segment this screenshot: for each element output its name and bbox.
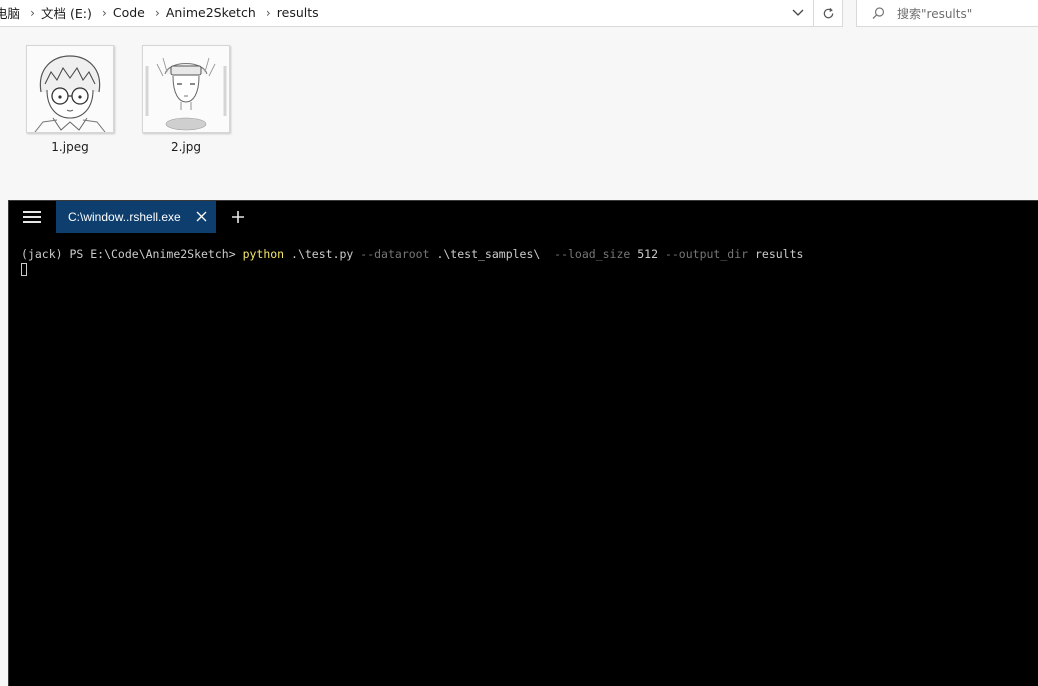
file-item[interactable]: 2.jpg xyxy=(136,45,236,154)
address-bar[interactable]: 电脑 › 文档 (E:) › Code › Anime2Sketch › res… xyxy=(0,0,843,27)
parameter-flag: --output_dir xyxy=(664,247,749,261)
parameter-flag: --load_size xyxy=(554,247,631,261)
sketch-thumbnail-icon xyxy=(26,45,114,133)
argument-text: .\test_samples\ xyxy=(429,247,555,261)
refresh-icon[interactable] xyxy=(813,0,842,26)
breadcrumb: 电脑 › 文档 (E:) › Code › Anime2Sketch › res… xyxy=(0,0,322,25)
menu-icon[interactable] xyxy=(23,211,41,224)
file-name: 2.jpg xyxy=(170,140,202,154)
argument-text: results xyxy=(748,247,804,261)
sketch-thumbnail-icon xyxy=(142,45,230,133)
chevron-down-icon[interactable] xyxy=(788,3,808,23)
search-placeholder: 搜索"results" xyxy=(897,6,973,21)
argument-text: 512 xyxy=(630,247,665,261)
argument-text: .\test.py xyxy=(284,247,361,261)
text-cursor xyxy=(21,263,27,276)
file-explorer-window: 电脑 › 文档 (E:) › Code › Anime2Sketch › res… xyxy=(0,0,1038,200)
file-name: 1.jpeg xyxy=(51,140,89,154)
breadcrumb-item-drive-e[interactable]: 文档 (E:) xyxy=(38,3,95,22)
command-text: python xyxy=(242,247,285,261)
plus-icon[interactable] xyxy=(231,209,247,225)
tab-title: C:\window..rshell.exe xyxy=(68,210,181,224)
file-item[interactable]: 1.jpeg xyxy=(20,45,120,154)
parameter-flag: --dataroot xyxy=(360,247,430,261)
breadcrumb-item-code[interactable]: Code xyxy=(110,5,148,20)
close-icon[interactable] xyxy=(194,209,208,223)
breadcrumb-item-results[interactable]: results xyxy=(274,5,322,20)
prompt-text: (jack) PS E:\Code\Anime2Sketch> xyxy=(21,247,243,261)
terminal-window[interactable]: C:\window..rshell.exe (jack) PS E:\Code\… xyxy=(8,200,1038,686)
search-input[interactable]: 搜索"results" xyxy=(856,0,1038,27)
breadcrumb-item-anime2sketch[interactable]: Anime2Sketch xyxy=(163,5,259,20)
search-icon xyxy=(871,6,885,20)
breadcrumb-item-pc[interactable]: 电脑 xyxy=(0,3,23,22)
console-output[interactable]: (jack) PS E:\Code\Anime2Sketch> python .… xyxy=(21,246,803,280)
tab-bar: C:\window..rshell.exe xyxy=(9,201,1038,233)
tab-powershell[interactable]: C:\window..rshell.exe xyxy=(56,201,216,233)
